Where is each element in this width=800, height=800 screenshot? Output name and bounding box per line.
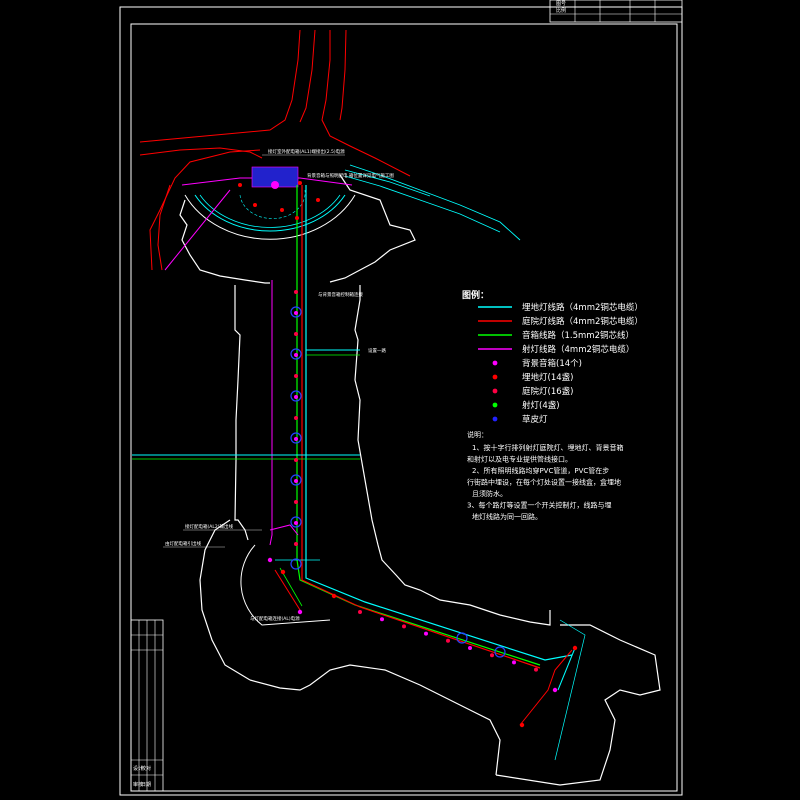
corridor-fixture-3 <box>294 353 298 357</box>
branch-fixture-3 <box>552 687 558 693</box>
corridor-fixture-0 <box>294 290 298 294</box>
legend-dot-4 <box>492 360 498 366</box>
branch-fixture-2 <box>572 645 578 651</box>
legend-label-3: 射灯线路（4mm2铜芯电缆） <box>522 344 634 355</box>
note-line-0: 1、按十字行排列射灯庭院灯、埋地灯、背景音箱 <box>472 443 623 452</box>
diagonal-fixture-7 <box>512 660 516 665</box>
legend-label-8: 草皮灯 <box>522 414 548 425</box>
annotations: 接灯室外配电箱(AL1)端接出(2.5)电源 背景音箱与照明配电 箱位置详见电气… <box>163 148 394 622</box>
notes: 说明： 1、按十字行排列射灯庭院灯、埋地灯、背景音箱和射灯以及电专业提供管线接口… <box>467 430 623 521</box>
branch-fixture-1 <box>297 609 303 615</box>
corridor-fixture-10 <box>294 500 298 504</box>
corridor-fixture-4 <box>294 374 298 378</box>
legend-label-2: 音箱线路（1.5mm2铜芯线） <box>522 330 634 341</box>
diagonal-fixture-2 <box>402 624 406 629</box>
corridor-fixture-5 <box>294 395 298 399</box>
lower-right-branch <box>519 619 586 761</box>
legend-label-6: 庭院灯(16盏) <box>522 386 573 397</box>
legend-label-5: 埋地灯(14盏) <box>522 372 573 383</box>
plaza-light-5 <box>298 181 302 185</box>
tb-side-4: 日期 <box>141 782 151 788</box>
diagonal-fixture-6 <box>490 653 494 658</box>
corridor-fixture-2 <box>294 332 298 336</box>
corridor-fixture-6 <box>294 416 298 420</box>
anno-branch: 设置一路 <box>368 347 386 354</box>
corridor-fixture-12 <box>294 542 298 546</box>
inner-frame <box>130 23 678 792</box>
branch-fixture-4 <box>519 722 525 728</box>
legend: 图例： 埋地灯线路（4mm2铜芯电缆） 庭院灯线路（4mm2铜芯电缆） 音箱线路（1… <box>462 289 643 425</box>
diagonal-fixture-1 <box>380 617 384 622</box>
legend-dot-7 <box>492 402 498 408</box>
legend-label-4: 背景音箱(14个) <box>522 358 582 369</box>
plaza-light-4 <box>238 183 242 187</box>
tb-side-2: 校对 <box>141 765 151 772</box>
corridor-fixture-7 <box>294 437 298 441</box>
title-block-side: 设计 校对 审核 日期 <box>130 619 164 792</box>
note-line-1: 和射灯以及电专业提供管线接口。 <box>467 455 572 464</box>
anno-bottom: 与灯配电箱连接(AL)电源 <box>250 615 300 622</box>
main-trunks <box>164 185 573 669</box>
diagonal-fixture-0 <box>358 610 362 614</box>
plaza-light-3 <box>316 198 320 202</box>
title-block-top: 图号 比例 <box>549 0 683 23</box>
note-line-5: 3、每个路灯等设置一个开关控制灯，线路与埋 <box>467 501 611 510</box>
legend-label-1: 庭院灯线路（4mm2铜芯电缆） <box>522 316 643 327</box>
fixtures <box>238 181 578 728</box>
diagonal-fixture-4 <box>446 638 450 643</box>
note-line-3: 行街路中埋设，在每个灯处设置一接线盒，盒埋地 <box>467 478 621 487</box>
branch-fixture-6 <box>331 593 337 599</box>
legend-title: 图例： <box>462 289 489 301</box>
note-line-2: 2、所有照明线路均穿PVC管道，PVC管在步 <box>472 466 609 475</box>
diagonal-fixture-8 <box>534 667 538 672</box>
diagonal-fixture-3 <box>424 631 428 636</box>
corridor-fixture-9 <box>294 479 298 483</box>
lower-court <box>240 544 331 626</box>
note-line-4: 且须防水。 <box>472 489 507 498</box>
corridor-fixture-11 <box>294 521 298 525</box>
legend-label-7: 射灯(4盏) <box>522 400 560 411</box>
plaza-light-1 <box>280 208 284 212</box>
notes-heading: 说明： <box>467 430 488 439</box>
anno-lower-left-2: 由灯配电箱引出线 <box>165 540 201 547</box>
branch-fixture-5 <box>267 557 273 563</box>
legend-label-0: 埋地灯线路（4mm2铜芯电缆） <box>522 302 643 313</box>
anno-lower-left-1: 接灯配电箱(AL2)输出线 <box>185 523 233 530</box>
corridor-fixture-8 <box>294 458 298 462</box>
anno-plaza: 背景音箱与照明配电 箱位置详见电气施工图 <box>307 172 394 179</box>
legend-dot-6 <box>492 388 498 394</box>
legend-dot-5 <box>492 374 498 380</box>
cross-branches <box>132 349 360 460</box>
branch-fixture-0 <box>280 569 286 575</box>
lawn-light-ring-12 <box>290 558 302 570</box>
tb-label-1: 图号 <box>556 1 566 7</box>
anno-mid-right: 与背景音箱控制箱连接 <box>318 291 363 298</box>
legend-dot-8 <box>492 416 498 422</box>
tb-label-2: 比例 <box>556 7 566 14</box>
plaza-light-2 <box>295 216 299 220</box>
diagonal-fixture-5 <box>468 646 472 650</box>
note-line-6: 地灯线路为同一回路。 <box>472 512 542 521</box>
cad-drawing: 图号 比例 设计 校对 审核 日期 接灯室外配电箱(AL1)端接出(2.5)电源… <box>119 0 683 796</box>
corridor-fixture-1 <box>294 311 298 315</box>
plaza-light-0 <box>253 203 257 207</box>
anno-top: 接灯室外配电箱(AL1)端接出(2.5)电源 <box>268 148 345 155</box>
